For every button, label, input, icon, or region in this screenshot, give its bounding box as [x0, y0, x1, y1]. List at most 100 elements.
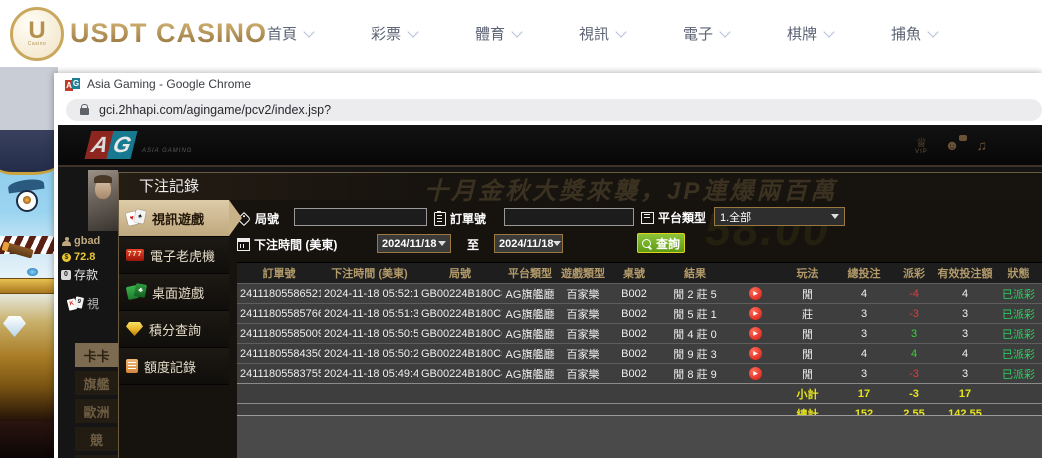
- round-number-input[interactable]: [294, 208, 427, 226]
- cell-play: 閒: [780, 366, 835, 382]
- dropdown-arrow-icon: [553, 241, 561, 246]
- subtotal-label: 小計: [780, 386, 835, 402]
- music-icon[interactable]: [977, 137, 988, 153]
- sidebar-item-label: 視訊遊戲: [152, 209, 204, 228]
- bet-records-table: 訂單號 下注時間 (美東) 局號 平台類型 遊戲類型 桌號 結果 玩法 總投注 …: [237, 262, 1042, 423]
- avatar[interactable]: [88, 170, 118, 231]
- cell-valid: 3: [935, 368, 995, 380]
- chevron-down-icon: [303, 26, 314, 37]
- chevron-down-icon: [719, 26, 730, 37]
- cell-round: GB00224B180C7: [418, 308, 502, 320]
- nav-item-label: 首頁: [267, 23, 297, 44]
- platform-type-select[interactable]: 1.全部: [714, 207, 845, 226]
- site-menu-item[interactable]: 競: [75, 427, 118, 451]
- cell-payout: 4: [893, 348, 935, 360]
- nav-item-board-games[interactable]: 棋牌: [758, 23, 862, 44]
- browser-urlbar: gci.2hhapi.com/agingame/pcv2/index.jsp?: [58, 95, 1042, 125]
- search-button[interactable]: 查詢: [637, 233, 685, 253]
- date-from-picker[interactable]: 2024/11/18: [377, 234, 451, 253]
- nav-item-lottery[interactable]: 彩票: [342, 23, 446, 44]
- nav-item-fishing[interactable]: 捕魚: [862, 23, 966, 44]
- balance: 72.8: [74, 251, 95, 263]
- cell-valid: 4: [935, 288, 995, 300]
- cell-result: 閒 2 莊 5: [660, 286, 730, 302]
- sidebar-item-quota-record[interactable]: 額度記錄: [119, 348, 229, 385]
- replay-button[interactable]: [749, 287, 762, 300]
- nav-item-label: 捕魚: [891, 23, 921, 44]
- document-icon: [126, 359, 138, 373]
- nav-item-slots[interactable]: 電子: [654, 23, 758, 44]
- sidebar-item-video-games[interactable]: 視訊遊戲: [119, 200, 229, 237]
- table-header-row: 訂單號 下注時間 (美東) 局號 平台類型 遊戲類型 桌號 結果 玩法 總投注 …: [237, 262, 1042, 283]
- sidebar-item-table-games[interactable]: 桌面遊戲: [119, 274, 229, 311]
- order-number-input[interactable]: [504, 208, 634, 226]
- cell-table-no: B002: [608, 328, 660, 340]
- cell-round: GB00224B180C6: [418, 328, 502, 340]
- cell-payout: -3: [893, 308, 935, 320]
- cell-order: 241118055843502: [237, 348, 321, 360]
- video-games-shortcut[interactable]: 視: [68, 295, 99, 312]
- topbar-icons: VIP: [915, 136, 987, 155]
- platform-type-value: 1.全部: [720, 209, 751, 225]
- record-sidebar: 視訊遊戲 電子老虎機 桌面遊戲 積分查詢 額度記錄: [119, 200, 229, 458]
- dropdown-arrow-icon: [438, 241, 446, 246]
- deposit-label: 存款: [74, 266, 98, 283]
- sidebar-item-slot-machine[interactable]: 電子老虎機: [119, 237, 229, 274]
- lock-icon[interactable]: [80, 108, 89, 115]
- customer-service-icon[interactable]: [945, 137, 960, 153]
- balance-row: 72.8: [62, 251, 95, 263]
- cell-round: GB00224B180C5: [418, 348, 502, 360]
- status-badge: 已派彩: [995, 366, 1042, 382]
- replay-button[interactable]: [749, 347, 762, 360]
- window-title: Asia Gaming - Google Chrome: [87, 77, 251, 91]
- asia-gaming-favicon: [65, 78, 81, 91]
- cell-valid: 3: [935, 328, 995, 340]
- cell-order: 241118055837559: [237, 368, 321, 380]
- nav-item-home[interactable]: 首頁: [238, 23, 342, 44]
- vip-crown-icon[interactable]: VIP: [915, 136, 928, 155]
- cell-round: GB00224B180C8: [418, 288, 502, 300]
- site-menu-item[interactable]: 歐洲: [75, 399, 118, 423]
- cell-platform: AG旗艦廳: [502, 286, 558, 302]
- col-header: 玩法: [780, 265, 835, 281]
- order-filter-label: 訂單號: [434, 210, 486, 227]
- col-header: 遊戲類型: [558, 265, 608, 281]
- nav-item-live-video[interactable]: 視訊: [550, 23, 654, 44]
- cell-table-no: B002: [608, 368, 660, 380]
- brand-logo[interactable]: U Casino USDT CASINO: [10, 7, 267, 61]
- col-header: 結果: [660, 265, 730, 281]
- dropdown-arrow-icon: [831, 214, 839, 219]
- site-menu-item[interactable]: 旗艦: [75, 371, 118, 395]
- address-bar[interactable]: gci.2hhapi.com/agingame/pcv2/index.jsp?: [66, 99, 1042, 121]
- site-menu-item[interactable]: 卡卡: [75, 343, 118, 367]
- mascot-eye: [16, 190, 38, 212]
- ag-logo[interactable]: A G ASIA GAMING: [88, 131, 192, 159]
- replay-button[interactable]: [749, 307, 762, 320]
- cell-order: 241118055857662: [237, 308, 321, 320]
- date-to-value: 2024/11/18: [499, 238, 553, 250]
- date-to-picker[interactable]: 2024/11/18: [494, 234, 563, 253]
- replay-button[interactable]: [749, 327, 762, 340]
- status-badge: 已派彩: [995, 346, 1042, 362]
- playing-cards-icon: [68, 297, 84, 311]
- nav-item-sports[interactable]: 體育: [446, 23, 550, 44]
- col-header: 訂單號: [237, 265, 321, 281]
- chevron-down-icon: [511, 26, 522, 37]
- status-badge: 已派彩: [995, 286, 1042, 302]
- deposit-button[interactable]: 存款: [61, 266, 98, 283]
- cell-time: 2024-11-18 05:50:57: [321, 328, 418, 340]
- search-button-label: 查詢: [656, 235, 680, 252]
- table-row: 241118055837559 2024-11-18 05:49:49 GB00…: [237, 363, 1042, 383]
- replay-button[interactable]: [749, 367, 762, 380]
- nav-item-label: 體育: [475, 23, 505, 44]
- window-titlebar: Asia Gaming - Google Chrome: [58, 73, 1042, 95]
- promo-watermark: 十月金秋大獎來襲，JP連爆兩百萬: [424, 171, 837, 206]
- cell-result: 閒 5 莊 1: [660, 306, 730, 322]
- page-background-bottom: [0, 421, 58, 458]
- cell-time: 2024-11-18 05:51:34: [321, 308, 418, 320]
- sidebar-item-points-inquiry[interactable]: 積分查詢: [119, 311, 229, 348]
- cell-game: 百家樂: [558, 306, 608, 322]
- browser-content: A G ASIA GAMING VIP 十月金秋大獎來襲，JP連爆兩百萬 gba…: [58, 125, 1042, 458]
- cell-result: 閒 4 莊 0: [660, 326, 730, 342]
- cell-game: 百家樂: [558, 346, 608, 362]
